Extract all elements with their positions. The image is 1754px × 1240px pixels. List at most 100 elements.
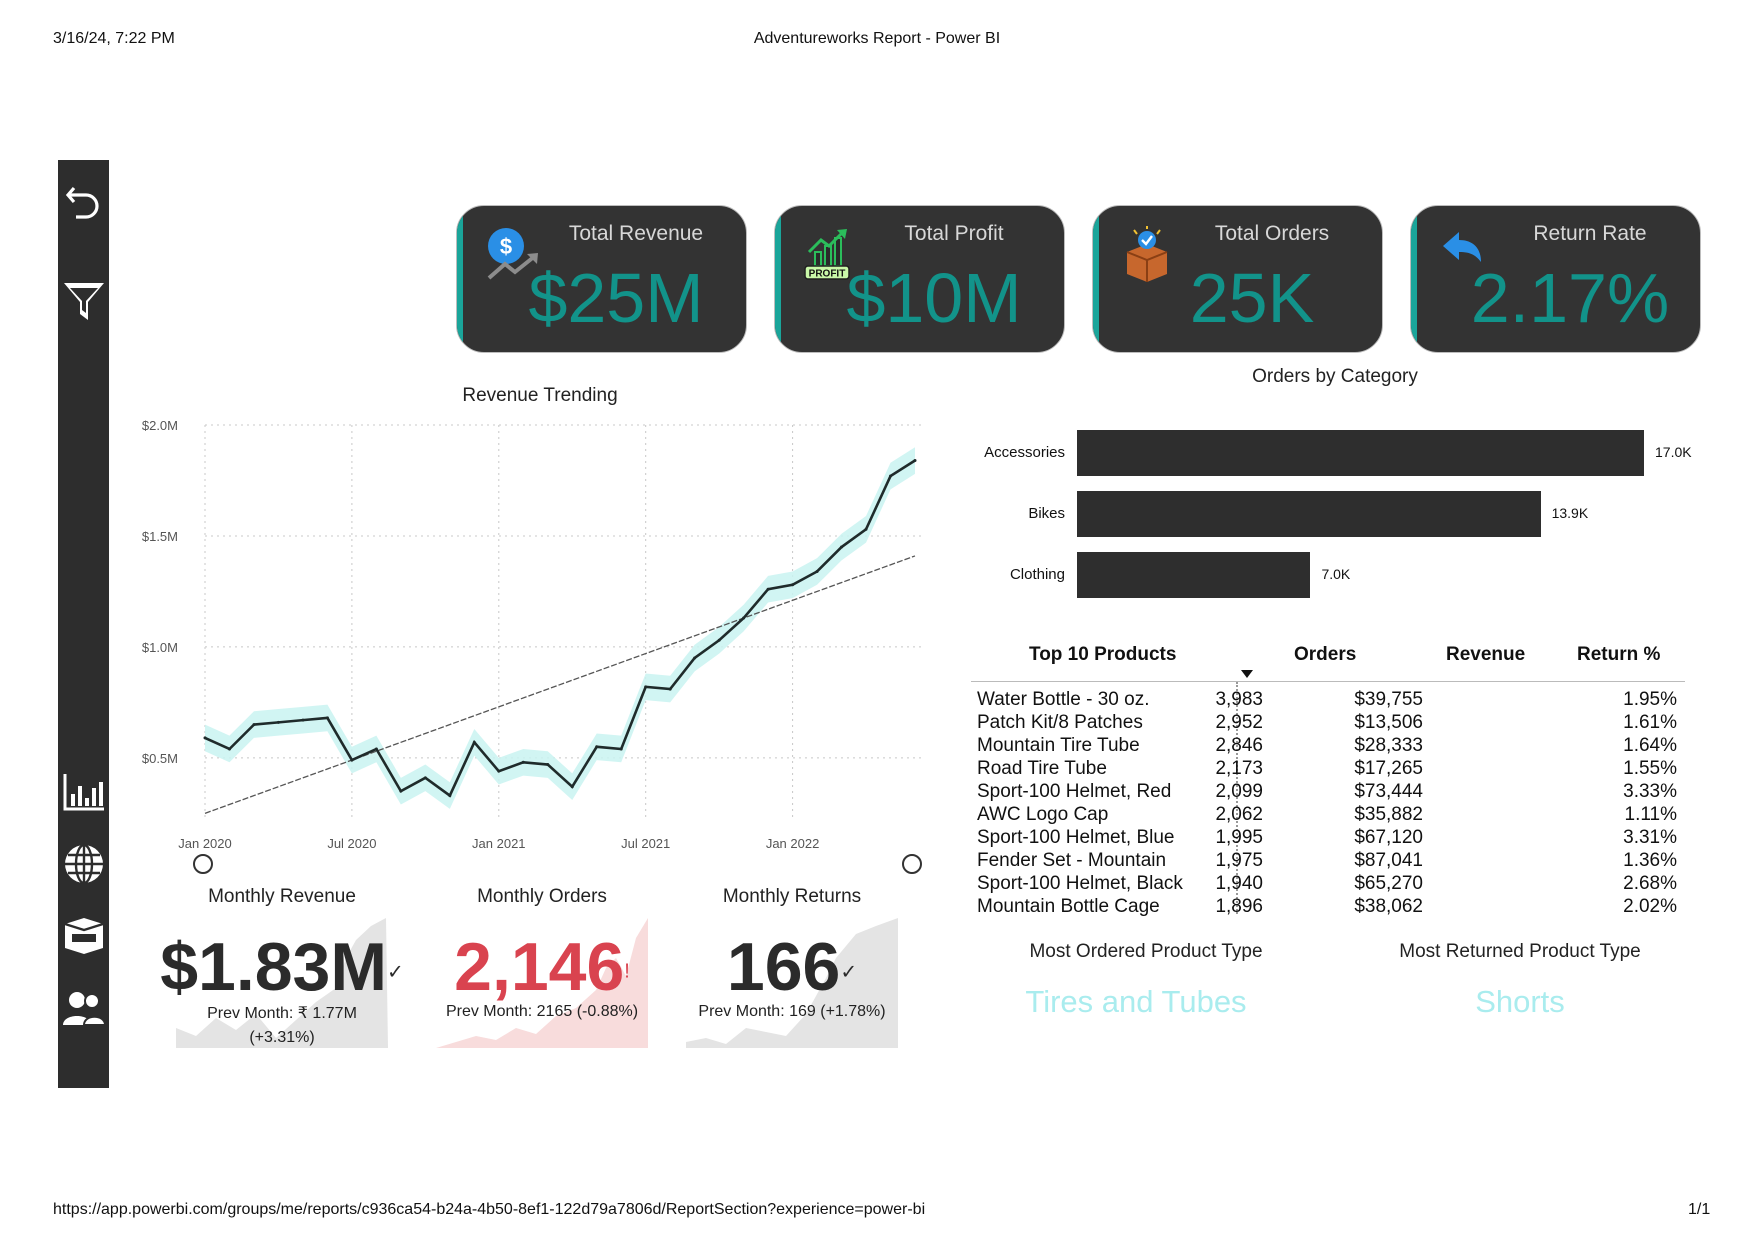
- category-label: Bikes: [1028, 505, 1065, 522]
- bar-value-label: 17.0K: [1655, 444, 1692, 460]
- data-point: [693, 656, 697, 660]
- data-point: [423, 776, 427, 780]
- monthly-card-value: $1.83M✓: [146, 928, 418, 1006]
- data-point: [325, 716, 329, 720]
- data-point: [864, 527, 868, 531]
- revenue-cell: $17,265: [1354, 758, 1423, 779]
- prev-month-text: Prev Month: ₹ 1.77M: [207, 1005, 357, 1022]
- kpi-card-total-profit: PROFIT Total Profit $10M: [774, 205, 1065, 353]
- range-end-handle[interactable]: [902, 854, 922, 874]
- y-tick-label: $1.0M: [142, 640, 178, 655]
- x-tick-label: Jan 2022: [766, 836, 820, 851]
- data-point: [546, 763, 550, 767]
- revenue-cell: $65,270: [1354, 873, 1423, 894]
- svg-text:$: $: [500, 234, 512, 259]
- range-start-handle[interactable]: [193, 854, 213, 874]
- return-pct-cell: 1.36%: [1623, 850, 1677, 871]
- kpi-label: Total Orders: [1214, 222, 1330, 245]
- data-point: [791, 583, 795, 587]
- table-row[interactable]: Water Bottle - 30 oz. 3,983 $39,755 1.95%: [971, 689, 1685, 712]
- data-point: [644, 685, 648, 689]
- category-label: Accessories: [984, 444, 1065, 461]
- monthly-card-title: Monthly Orders: [477, 886, 607, 907]
- table-row[interactable]: Mountain Bottle Cage 1,896 $38,062 2.02%: [971, 896, 1685, 919]
- col-header-product[interactable]: Top 10 Products: [1029, 644, 1176, 666]
- table-row[interactable]: AWC Logo Cap 2,062 $35,882 1.11%: [971, 804, 1685, 827]
- return-pct-cell: 1.61%: [1623, 712, 1677, 733]
- data-point: [276, 720, 280, 724]
- most-returned-type-value: Shorts: [1475, 984, 1565, 1019]
- back-arrow-icon[interactable]: [58, 178, 109, 226]
- kpi-card-total-revenue: $ Total Revenue $25M: [456, 205, 747, 353]
- data-point: [374, 747, 378, 751]
- card-accent: [457, 206, 463, 352]
- product-name-cell: AWC Logo Cap: [977, 804, 1109, 825]
- data-point: [595, 745, 599, 749]
- value-text: $1.83M: [160, 929, 388, 1005]
- table-row[interactable]: Sport-100 Helmet, Black 1,940 $65,270 2.68%: [971, 873, 1685, 896]
- warning-icon: !: [624, 960, 630, 983]
- data-point: [766, 587, 770, 591]
- revenue-trend-chart[interactable]: $0.5M $1.0M $1.5M $2.0M Jan 2020 Jul 2020 Jan …: [120, 410, 940, 880]
- kpi-label: Return Rate: [1533, 222, 1647, 245]
- orders-by-category-chart[interactable]: Accessories 17.0K Bikes 13.9K Clothing 7.0K: [960, 420, 1720, 620]
- col-header-revenue[interactable]: Revenue: [1446, 644, 1525, 666]
- return-pct-cell: 1.95%: [1623, 689, 1677, 710]
- header-divider: [971, 681, 1685, 682]
- product-box-icon[interactable]: [58, 912, 109, 960]
- table-row[interactable]: Patch Kit/8 Patches 2,952 $13,506 1.61%: [971, 712, 1685, 735]
- bar-chart-icon[interactable]: [58, 768, 109, 816]
- data-point: [815, 569, 819, 573]
- x-tick-label: Jan 2021: [472, 836, 526, 851]
- orders-cell: 2,062: [1215, 804, 1263, 825]
- table-row[interactable]: Sport-100 Helmet, Red 2,099 $73,444 3.33%: [971, 781, 1685, 804]
- product-name-cell: Mountain Tire Tube: [977, 735, 1140, 756]
- kpi-value: 2.17%: [1470, 259, 1670, 337]
- revenue-line: [204, 459, 916, 798]
- col-header-orders[interactable]: Orders: [1294, 644, 1356, 666]
- data-point: [252, 723, 256, 727]
- product-name-cell: Road Tire Tube: [977, 758, 1107, 779]
- orders-cell: 1,995: [1215, 827, 1263, 848]
- y-tick-label: $1.5M: [142, 529, 178, 544]
- orders-by-category-title: Orders by Category: [1252, 366, 1418, 387]
- col-header-return-pct[interactable]: Return %: [1577, 644, 1660, 666]
- kpi-value: 25K: [1189, 259, 1315, 337]
- data-point: [619, 747, 623, 751]
- category-bar[interactable]: [1077, 491, 1541, 537]
- y-tick-label: $2.0M: [142, 418, 178, 433]
- customers-icon[interactable]: [58, 985, 109, 1033]
- globe-icon[interactable]: [58, 840, 109, 888]
- monthly-card-title: Monthly Revenue: [208, 886, 356, 907]
- category-bar[interactable]: [1077, 552, 1311, 598]
- return-pct-cell: 2.68%: [1623, 873, 1677, 894]
- data-point: [717, 638, 721, 642]
- data-point: [840, 545, 844, 549]
- most-ordered-type-value: Tires and Tubes: [1025, 984, 1247, 1019]
- data-point: [521, 760, 525, 764]
- table-row[interactable]: Road Tire Tube 2,173 $17,265 1.55%: [971, 758, 1685, 781]
- kpi-value: $10M: [846, 259, 1022, 337]
- revenue-cell: $73,444: [1354, 781, 1423, 802]
- return-pct-cell: 1.55%: [1623, 758, 1677, 779]
- print-page-number: 1/1: [1688, 1201, 1711, 1218]
- return-pct-cell: 3.31%: [1623, 827, 1677, 848]
- return-pct-cell: 1.11%: [1624, 804, 1677, 825]
- table-row[interactable]: Sport-100 Helmet, Blue 1,995 $67,120 3.31%: [971, 827, 1685, 850]
- table-row[interactable]: Mountain Tire Tube 2,846 $28,333 1.64%: [971, 735, 1685, 758]
- revenue-cell: $87,041: [1354, 850, 1423, 871]
- value-text: 2,146: [454, 929, 625, 1005]
- orders-cell: 1,940: [1215, 873, 1263, 894]
- table-row[interactable]: Fender Set - Mountain 1,975 $87,041 1.36%: [971, 850, 1685, 873]
- forecast-band: [205, 447, 915, 809]
- category-bar[interactable]: [1077, 430, 1644, 476]
- kpi-card-total-orders: Total Orders 25K: [1092, 205, 1383, 353]
- sort-desc-icon[interactable]: [1241, 670, 1253, 678]
- card-accent: [1093, 206, 1099, 352]
- kpi-label: Total Profit: [904, 222, 1004, 245]
- filter-icon[interactable]: [58, 278, 109, 326]
- kpi-label: Total Revenue: [568, 222, 704, 245]
- product-name-cell: Mountain Bottle Cage: [977, 896, 1160, 917]
- return-pct-cell: 3.33%: [1623, 781, 1677, 802]
- return-pct-cell: 1.64%: [1623, 735, 1677, 756]
